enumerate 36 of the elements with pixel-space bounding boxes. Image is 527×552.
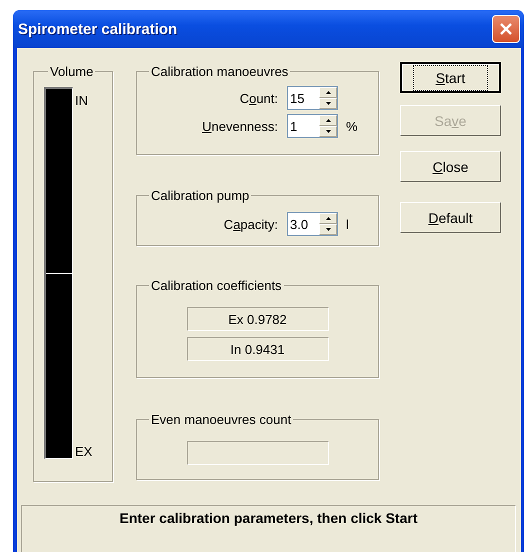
group-title: Calibration pump [150, 188, 250, 203]
spin-down-button[interactable] [319, 126, 337, 137]
field-label: Unevenness: [202, 118, 278, 134]
spin-box[interactable]: 3.0 [287, 212, 338, 236]
down-arrow-icon [326, 130, 330, 133]
spin-up-button[interactable] [319, 115, 337, 126]
spin-box[interactable]: 15 [287, 86, 338, 110]
coefficient-field: In 0.9431 [186, 337, 328, 361]
up-arrow-icon [326, 119, 330, 122]
meter-label: IN [75, 93, 89, 108]
group-title: Calibration coefficients [150, 278, 283, 293]
close-icon [499, 22, 513, 36]
up-arrow-icon [326, 217, 330, 220]
spin-down-button[interactable] [319, 98, 337, 109]
field-label: Capacity: [224, 216, 278, 232]
dialog-button[interactable]: Start [400, 62, 501, 93]
spin-up-button[interactable] [319, 87, 337, 98]
unit-label: l [346, 216, 349, 232]
field-label: Count: [240, 90, 278, 106]
unit-label: % [346, 118, 358, 134]
group-title: Calibration manoeuvres [150, 64, 290, 79]
down-arrow-icon [326, 228, 330, 231]
dialog-button[interactable]: Close [400, 151, 501, 182]
down-arrow-icon [326, 102, 330, 105]
spin-box[interactable]: 1 [287, 114, 338, 138]
close-button[interactable] [492, 15, 520, 43]
up-arrow-icon [326, 91, 330, 94]
group-title: Even manoeuvres count [150, 412, 292, 427]
group-title: Volume [49, 64, 94, 79]
meter-label: EX [75, 444, 92, 459]
spin-up-button[interactable] [319, 213, 337, 224]
dialog-button[interactable]: Default [400, 202, 501, 233]
status-text: Enter calibration parameters, then click Start [120, 510, 418, 526]
window-title: Spirometer calibration [18, 20, 178, 38]
coefficient-field: Ex 0.9782 [186, 307, 328, 331]
spin-down-button[interactable] [319, 224, 337, 235]
